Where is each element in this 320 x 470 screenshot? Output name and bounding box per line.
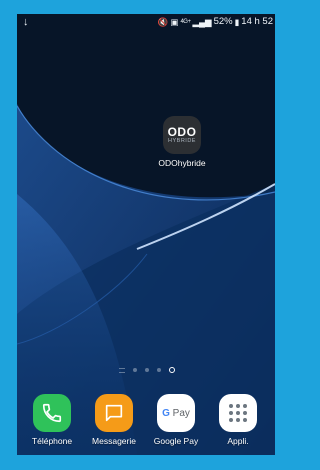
- app-odohybride[interactable]: ODO HYBRIDE ODOhybride: [151, 116, 213, 168]
- battery-icon: ▮: [234, 17, 240, 27]
- dock-app-messagerie[interactable]: Messagerie: [83, 394, 145, 446]
- odo-logo-subtext: HYBRIDE: [168, 137, 196, 144]
- page-dot-current: [169, 367, 175, 373]
- page-dot: [157, 368, 161, 372]
- chat-bubble-icon[interactable]: [95, 394, 133, 432]
- battery-percent: 52%: [213, 16, 233, 27]
- dock-app-drawer[interactable]: Appli.: [207, 394, 269, 446]
- home-page-indicator-icon: [119, 367, 125, 373]
- gpay-text: Pay: [172, 407, 190, 419]
- odohybride-app-icon[interactable]: ODO HYBRIDE: [163, 116, 201, 154]
- dock-label-telephone: Téléphone: [31, 436, 73, 446]
- phone-icon[interactable]: [33, 394, 71, 432]
- signal-icon: ▂▄▆: [192, 17, 212, 27]
- network-type: 4G+: [180, 19, 191, 25]
- app-drawer-icon[interactable]: [219, 394, 257, 432]
- status-bar: ↓ 🔇 ▣ 4G+ ▂▄▆ 52% ▮ 14 h 52: [17, 14, 275, 30]
- mute-icon: 🔇: [157, 17, 169, 27]
- download-arrow-icon: ↓: [23, 16, 29, 28]
- google-pay-icon[interactable]: G Pay: [157, 394, 195, 432]
- nfc-icon: ▣: [170, 17, 179, 27]
- dock-label-google-pay: Google Pay: [153, 436, 199, 446]
- page-dot: [133, 368, 137, 372]
- page-dot: [145, 368, 149, 372]
- page-indicator[interactable]: [119, 367, 175, 373]
- wallpaper: [17, 14, 275, 455]
- odo-logo-text: ODO: [167, 124, 197, 139]
- dock-app-google-pay[interactable]: G Pay Google Pay: [145, 394, 207, 446]
- dock-app-telephone[interactable]: Téléphone: [21, 394, 83, 446]
- clock: 14 h 52: [241, 16, 273, 27]
- app-label: ODOhybride: [158, 158, 206, 168]
- dock-label-appli: Appli.: [227, 436, 249, 446]
- dock-label-messagerie: Messagerie: [92, 436, 136, 446]
- home-screen: ↓ 🔇 ▣ 4G+ ▂▄▆ 52% ▮ 14 h 52 ODO HYBRIDE …: [17, 14, 275, 455]
